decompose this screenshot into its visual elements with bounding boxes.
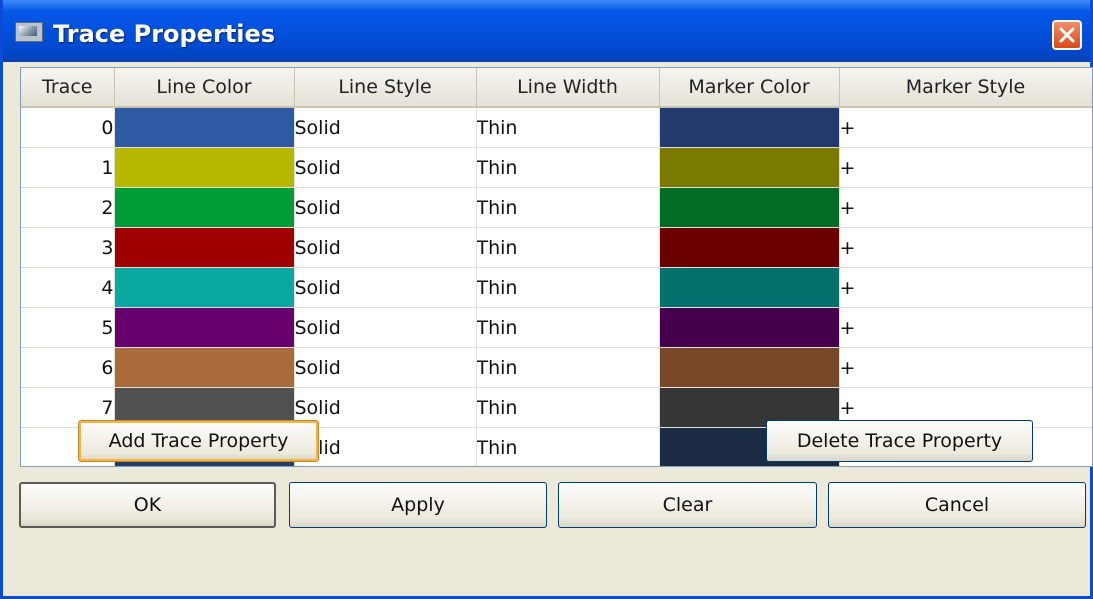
cancel-button[interactable]: Cancel (828, 482, 1086, 528)
trace-number-cell: 3 (21, 227, 115, 268)
line-width-cell[interactable]: Thin (476, 227, 660, 268)
marker-style-cell[interactable]: + (839, 267, 1092, 308)
clear-button[interactable]: Clear (558, 482, 817, 528)
trace-number-cell: 1 (21, 147, 115, 188)
trace-window-icon (15, 22, 43, 42)
column-header-marker-style[interactable]: Marker Style (839, 68, 1092, 108)
line-style-cell[interactable]: Solid (294, 307, 477, 348)
marker-color-swatch[interactable] (659, 147, 840, 188)
line-style-cell[interactable]: Solid (294, 147, 477, 188)
trace-number-cell: 4 (21, 267, 115, 308)
line-color-swatch[interactable] (114, 187, 295, 228)
close-button[interactable] (1052, 20, 1082, 50)
line-style-cell[interactable]: Solid (294, 227, 477, 268)
title-bar[interactable]: Trace Properties (3, 0, 1090, 62)
table-row[interactable]: 6 Solid Thin + (21, 347, 1092, 388)
marker-style-cell[interactable]: + (839, 347, 1092, 388)
line-style-cell[interactable]: Solid (294, 347, 477, 388)
window-title: Trace Properties (53, 20, 276, 48)
column-header-line-style[interactable]: Line Style (294, 68, 477, 108)
line-color-swatch[interactable] (114, 227, 295, 268)
marker-color-swatch[interactable] (659, 307, 840, 348)
marker-style-cell[interactable]: + (839, 187, 1092, 228)
trace-number-cell: 2 (21, 187, 115, 228)
add-trace-property-button[interactable]: Add Trace Property (78, 420, 319, 462)
marker-color-swatch[interactable] (659, 107, 840, 148)
table-row[interactable]: 5 Solid Thin + (21, 307, 1092, 348)
line-style-cell[interactable]: Solid (294, 107, 477, 148)
line-color-swatch[interactable] (114, 347, 295, 388)
table-row[interactable]: 1 Solid Thin + (21, 147, 1092, 188)
line-width-cell[interactable]: Thin (476, 107, 660, 148)
trace-number-cell: 0 (21, 107, 115, 148)
marker-color-swatch[interactable] (659, 267, 840, 308)
marker-color-swatch[interactable] (659, 347, 840, 388)
line-width-cell[interactable]: Thin (476, 427, 660, 466)
marker-style-cell[interactable]: + (839, 227, 1092, 268)
table-row[interactable]: 3 Solid Thin + (21, 227, 1092, 268)
line-color-swatch[interactable] (114, 307, 295, 348)
line-width-cell[interactable]: Thin (476, 147, 660, 188)
trace-number-cell: 5 (21, 307, 115, 348)
column-header-line-width[interactable]: Line Width (476, 68, 660, 108)
apply-button[interactable]: Apply (289, 482, 547, 528)
line-style-cell[interactable]: Solid (294, 387, 477, 428)
marker-style-cell[interactable]: + (839, 147, 1092, 188)
column-header-line-color[interactable]: Line Color (114, 68, 295, 108)
close-icon (1059, 27, 1075, 43)
column-header-marker-color[interactable]: Marker Color (659, 68, 840, 108)
trace-number-cell: 6 (21, 347, 115, 388)
table-row[interactable]: 0 Solid Thin + (21, 107, 1092, 148)
line-style-cell[interactable]: Solid (294, 267, 477, 308)
marker-style-cell[interactable]: + (839, 107, 1092, 148)
line-width-cell[interactable]: Thin (476, 187, 660, 228)
trace-table: Trace Line Color Line Style Line Width M… (20, 67, 1093, 467)
column-header-trace[interactable]: Trace (21, 68, 115, 108)
table-row[interactable]: 2 Solid Thin + (21, 187, 1092, 228)
table-header-row: Trace Line Color Line Style Line Width M… (21, 68, 1092, 108)
marker-color-swatch[interactable] (659, 227, 840, 268)
line-width-cell[interactable]: Thin (476, 267, 660, 308)
marker-color-swatch[interactable] (659, 187, 840, 228)
line-color-swatch[interactable] (114, 147, 295, 188)
trace-properties-dialog: Trace Properties Trace Line Color Line S… (0, 0, 1093, 599)
line-width-cell[interactable]: Thin (476, 387, 660, 428)
line-style-cell[interactable]: Solid (294, 187, 477, 228)
ok-button[interactable]: OK (19, 482, 276, 528)
line-style-cell[interactable]: Solid (294, 427, 477, 466)
line-width-cell[interactable]: Thin (476, 307, 660, 348)
table-row[interactable]: 4 Solid Thin + (21, 267, 1092, 308)
line-width-cell[interactable]: Thin (476, 347, 660, 388)
delete-trace-property-button[interactable]: Delete Trace Property (766, 420, 1033, 462)
line-color-swatch[interactable] (114, 107, 295, 148)
marker-style-cell[interactable]: + (839, 307, 1092, 348)
line-color-swatch[interactable] (114, 267, 295, 308)
